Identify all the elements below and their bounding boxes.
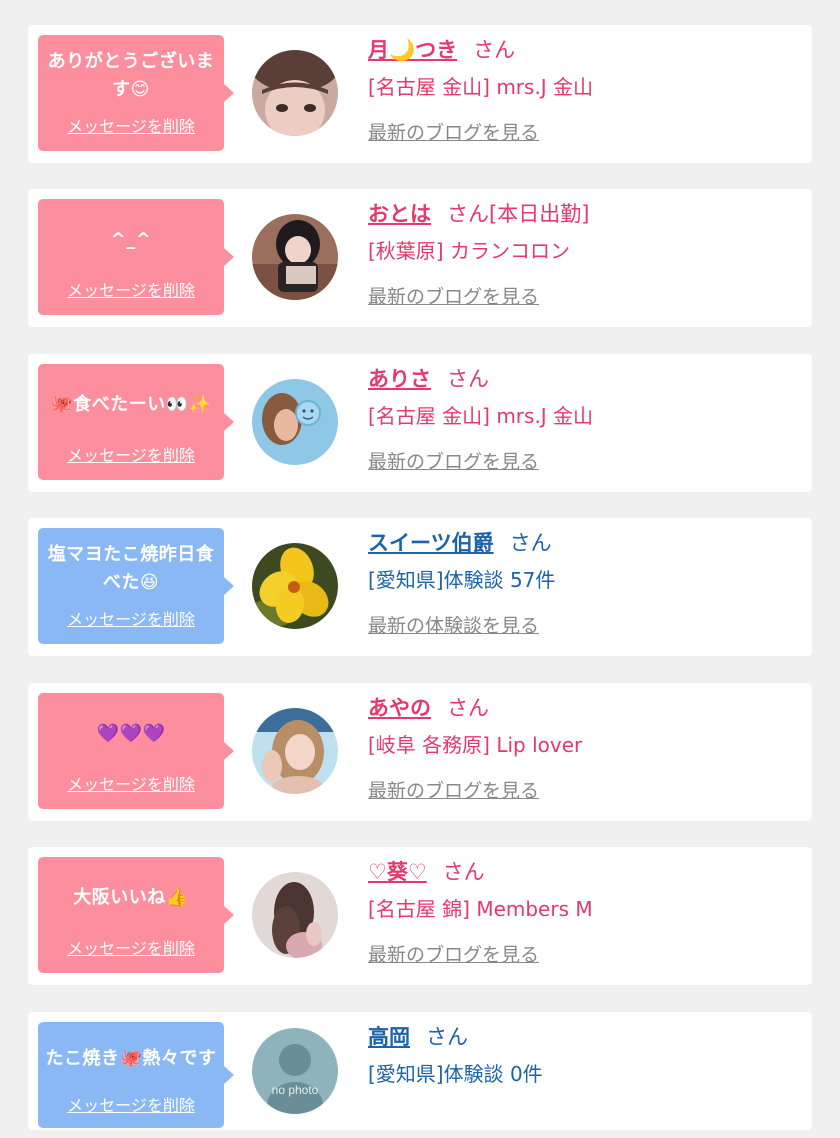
latest-blog-link[interactable]: 最新のブログを見る (368, 773, 539, 809)
honorific: さん (447, 367, 489, 391)
profile-name-link[interactable]: ありさ (368, 367, 431, 391)
avatar-photo (252, 708, 338, 794)
profile-info: 高岡 さん [愛知県]体験談 0件 (368, 1020, 798, 1092)
message-text: 塩マヨたこ焼昨日食べた😆 (47, 544, 215, 593)
latest-blog-link[interactable]: 最新のブログを見る (368, 279, 539, 315)
honorific: さん (442, 860, 485, 884)
profile-name-link[interactable]: あやの (368, 696, 431, 720)
message-text: 🐙食べたーい👀✨ (50, 394, 212, 415)
profile-info: スイーツ伯爵 さん [愛知県]体験談 57件 最新の体験談を見る (368, 526, 798, 644)
honorific: さん (447, 202, 489, 226)
delete-message-link[interactable]: メッセージを削除 (67, 113, 195, 137)
avatar-photo (252, 379, 338, 465)
profile-name-link[interactable]: スイーツ伯爵 (368, 531, 494, 555)
no-photo-avatar: no photo (252, 1028, 338, 1114)
delete-message-link[interactable]: メッセージを削除 (67, 442, 195, 466)
avatar[interactable] (252, 708, 338, 794)
message-bubble: 大阪いいね👍 メッセージを削除 (38, 857, 234, 973)
profile-name-link[interactable]: 月🌙つき (368, 38, 457, 62)
profile-info: 月🌙つき さん [名古屋 金山] mrs.J 金山 最新のブログを見る (368, 33, 798, 151)
profile-info: ♡葵♡ さん [名古屋 錦] Members M 最新のブログを見る (368, 855, 798, 973)
message-card: たこ焼き🐙熱々です メッセージを削除 no photo 高岡 さん [愛知県]体験… (28, 1012, 812, 1130)
message-text: たこ焼き🐙熱々です (45, 1048, 217, 1069)
avatar[interactable] (252, 872, 338, 958)
profile-name-link[interactable]: 高岡 (368, 1025, 410, 1049)
delete-message-link[interactable]: メッセージを削除 (67, 606, 195, 630)
shop-name: [岐阜 各務原] Lip lover (368, 733, 583, 757)
profile-info: おとは さん[本日出勤] [秋葉原] カランコロン 最新のブログを見る (368, 197, 798, 315)
message-bubble: たこ焼き🐙熱々です メッセージを削除 (38, 1022, 234, 1128)
review-count: [愛知県]体験談 0件 (368, 1062, 543, 1086)
message-card: 💜💜💜 メッセージを削除 あやの さん [岐阜 各務原] Lip lover 最新… (28, 683, 812, 821)
shop-name: [名古屋 金山] mrs.J 金山 (368, 404, 594, 428)
message-card: 塩マヨたこ焼昨日食べた😆 メッセージを削除 スイーツ伯爵 さん [愛知県]体験談 … (28, 518, 812, 656)
profile-info: あやの さん [岐阜 各務原] Lip lover 最新のブログを見る (368, 691, 798, 809)
message-bubble: 🐙食べたーい👀✨ メッセージを削除 (38, 364, 234, 480)
avatar[interactable] (252, 379, 338, 465)
message-list: ありがとうございます😊 メッセージを削除 月🌙つき さん [名古屋 金山] mrs… (0, 0, 840, 1138)
message-bubble: ありがとうございます😊 メッセージを削除 (38, 35, 234, 151)
profile-info: ありさ さん [名古屋 金山] mrs.J 金山 最新のブログを見る (368, 362, 798, 480)
honorific: さん (426, 1025, 468, 1049)
profile-name-link[interactable]: おとは (368, 202, 431, 226)
honorific: さん (447, 696, 489, 720)
message-text: ^_^ (110, 229, 152, 250)
honorific: さん (509, 531, 552, 555)
latest-review-link[interactable]: 最新の体験談を見る (368, 608, 539, 644)
delete-message-link[interactable]: メッセージを削除 (67, 1092, 195, 1116)
profile-name-link[interactable]: ♡葵♡ (368, 860, 427, 884)
avatar[interactable]: no photo (252, 1028, 338, 1114)
status-suffix: [本日出勤] (489, 202, 590, 226)
avatar-photo (252, 50, 338, 136)
message-text: 💜💜💜 (96, 723, 166, 744)
message-card: ^_^ メッセージを削除 おとは さん[本日出勤] [秋葉原] カランコロン 最新… (28, 189, 812, 327)
delete-message-link[interactable]: メッセージを削除 (67, 277, 195, 301)
message-text: 大阪いいね👍 (73, 887, 189, 908)
avatar-photo (252, 543, 338, 629)
message-card: 🐙食べたーい👀✨ メッセージを削除 ありさ さん [名古屋 金山] mrs.J 金… (28, 354, 812, 492)
latest-blog-link[interactable]: 最新のブログを見る (368, 937, 539, 973)
shop-name: [名古屋 金山] mrs.J 金山 (368, 75, 594, 99)
avatar[interactable] (252, 214, 338, 300)
shop-name: [名古屋 錦] Members M (368, 897, 593, 921)
latest-blog-link[interactable]: 最新のブログを見る (368, 115, 539, 151)
delete-message-link[interactable]: メッセージを削除 (67, 935, 195, 959)
message-text: ありがとうございます😊 (47, 51, 215, 100)
message-bubble: 塩マヨたこ焼昨日食べた😆 メッセージを削除 (38, 528, 234, 644)
message-card: ありがとうございます😊 メッセージを削除 月🌙つき さん [名古屋 金山] mrs… (28, 25, 812, 163)
review-count: [愛知県]体験談 57件 (368, 568, 556, 592)
avatar[interactable] (252, 50, 338, 136)
avatar-photo (252, 214, 338, 300)
message-bubble: 💜💜💜 メッセージを削除 (38, 693, 234, 809)
no-photo-caption: no photo (272, 1083, 319, 1097)
avatar-photo (252, 872, 338, 958)
message-card: 大阪いいね👍 メッセージを削除 ♡葵♡ さん [名古屋 錦] Members M … (28, 847, 812, 985)
latest-blog-link[interactable]: 最新のブログを見る (368, 444, 539, 480)
message-bubble: ^_^ メッセージを削除 (38, 199, 234, 315)
avatar[interactable] (252, 543, 338, 629)
honorific: さん (473, 38, 516, 62)
delete-message-link[interactable]: メッセージを削除 (67, 771, 195, 795)
shop-name: [秋葉原] カランコロン (368, 239, 570, 263)
